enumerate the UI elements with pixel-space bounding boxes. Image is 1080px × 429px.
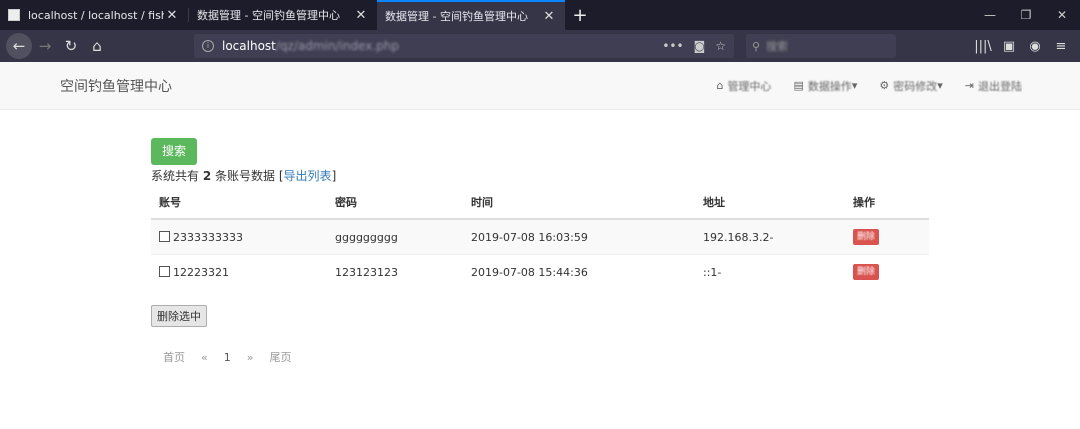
export-link[interactable]: 导出列表 xyxy=(284,169,332,183)
summary-suffix: 条账号数据 xyxy=(215,169,276,183)
cell-password: ggggggggg xyxy=(327,218,463,255)
table-row: 12223321 123123123 2019-07-08 15:44:36 :… xyxy=(151,254,929,289)
caret-down-icon: ▾ xyxy=(937,79,943,92)
nav-item-data-ops[interactable]: ▤ 数据操作 ▾ xyxy=(793,78,857,94)
record-summary: 系统共有 2 条账号数据 [导出列表] xyxy=(151,169,337,183)
bookmark-star-icon[interactable]: ☆ xyxy=(715,39,726,53)
col-account: 账号 xyxy=(151,188,327,220)
nav-label: 数据操作 xyxy=(807,79,852,93)
tab-close-icon[interactable]: ✕ xyxy=(353,8,369,23)
page-actions-icon[interactable]: ••• xyxy=(662,39,683,53)
sidebar-icon[interactable]: ▣ xyxy=(996,39,1022,54)
library-icon[interactable]: |||\ xyxy=(970,39,996,54)
menu-icon[interactable]: ≡ xyxy=(1048,39,1074,54)
browser-tab-3-active[interactable]: 数据管理 - 空间钓鱼管理中心 ✕ xyxy=(377,0,565,30)
tab-title: 数据管理 - 空间钓鱼管理中心 xyxy=(197,9,340,22)
accounts-table: 账号 密码 时间 地址 操作 2333333333 ggggggggg 2019… xyxy=(151,188,929,289)
list-icon: ▤ xyxy=(793,79,804,92)
gear-icon: ⚙ xyxy=(879,79,890,92)
nav-item-password[interactable]: ⚙ 密码修改 ▾ xyxy=(879,78,942,94)
logout-icon: ⇥ xyxy=(964,79,974,92)
maximize-icon[interactable]: ❐ xyxy=(1008,0,1044,30)
nav-label: 密码修改 xyxy=(893,79,938,93)
tab-close-icon[interactable]: ✕ xyxy=(541,9,557,24)
site-brand[interactable]: 空间钓鱼管理中心 xyxy=(60,76,172,96)
minimize-icon[interactable]: — xyxy=(972,0,1008,30)
record-count: 2 xyxy=(202,169,212,183)
forward-icon[interactable]: → xyxy=(32,33,58,59)
tab-close-icon[interactable]: ✕ xyxy=(164,8,180,23)
summary-prefix: 系统共有 xyxy=(151,169,200,183)
delete-button[interactable]: 删除 xyxy=(853,229,880,245)
nav-label: 管理中心 xyxy=(727,79,772,93)
search-icon: ⚲ xyxy=(752,39,761,53)
home-icon[interactable]: ⌂ xyxy=(84,33,110,59)
url-bar[interactable]: i localhost /qz/admin/index.php ••• ◙ ☆ xyxy=(194,34,734,58)
new-tab-button[interactable]: + xyxy=(565,0,595,30)
search-button[interactable]: 搜索 xyxy=(151,138,197,165)
cell-password: 123123123 xyxy=(327,254,463,289)
reload-icon[interactable]: ↻ xyxy=(58,33,84,59)
row-checkbox[interactable] xyxy=(159,230,170,242)
page-last[interactable]: 尾页 xyxy=(269,349,291,365)
close-window-icon[interactable]: ✕ xyxy=(1044,0,1080,30)
search-input[interactable]: ⚲ 搜索 xyxy=(746,34,896,58)
nav-item-logout[interactable]: ⇥ 退出登陆 xyxy=(965,78,1022,94)
nav-item-admin-center[interactable]: ⌂ 管理中心 xyxy=(716,78,771,94)
delete-button[interactable]: 删除 xyxy=(853,264,880,280)
page-first[interactable]: 首页 xyxy=(163,349,185,365)
cell-time: 2019-07-08 15:44:36 xyxy=(463,254,695,289)
page-prev[interactable]: « xyxy=(201,351,208,364)
browser-tab-1[interactable]: localhost / localhost / fish / ✕ xyxy=(0,0,188,30)
delete-selected-button[interactable]: 删除选中 xyxy=(151,305,207,327)
cell-account: 2333333333 xyxy=(151,218,327,255)
account-value: 2333333333 xyxy=(173,230,243,244)
url-host: localhost xyxy=(222,39,276,53)
cell-time: 2019-07-08 16:03:59 xyxy=(463,218,695,255)
site-info-icon[interactable]: i xyxy=(202,40,214,52)
browser-tab-2[interactable]: 数据管理 - 空间钓鱼管理中心 ✕ xyxy=(189,0,377,30)
col-password: 密码 xyxy=(327,188,463,220)
cell-action: 删除 xyxy=(845,254,929,289)
pagination: 首页 « 1 » 尾页 xyxy=(151,349,929,365)
col-action: 操作 xyxy=(845,188,929,220)
table-header-row: 账号 密码 时间 地址 操作 xyxy=(151,188,929,220)
nav-label: 退出登陆 xyxy=(978,79,1022,93)
pocket-icon[interactable]: ◙ xyxy=(694,39,706,53)
cell-address: 192.168.3.2- xyxy=(695,218,845,255)
tab-title: localhost / localhost / fish / xyxy=(28,8,164,22)
url-path: /qz/admin/index.php xyxy=(275,39,400,53)
table-row: 2333333333 ggggggggg 2019-07-08 16:03:59… xyxy=(151,218,929,255)
search-placeholder: 搜索 xyxy=(766,40,789,53)
browser-nav-bar: ← → ↻ ⌂ i localhost /qz/admin/index.php … xyxy=(0,30,1080,62)
cell-action: 删除 xyxy=(845,218,929,255)
row-checkbox[interactable] xyxy=(159,265,170,277)
window-controls: — ❐ ✕ xyxy=(972,0,1080,30)
col-address: 地址 xyxy=(695,188,845,220)
cell-account: 12223321 xyxy=(151,254,327,289)
main-content: 搜索 系统共有 2 条账号数据 [导出列表] 账号 密码 时间 地址 操作 23… xyxy=(151,138,929,365)
browser-tab-bar: localhost / localhost / fish / ✕ 数据管理 - … xyxy=(0,0,1080,30)
col-time: 时间 xyxy=(463,188,695,220)
page-next[interactable]: » xyxy=(247,351,254,364)
account-icon[interactable]: ◉ xyxy=(1022,39,1048,54)
site-nav: ⌂ 管理中心 ▤ 数据操作 ▾ ⚙ 密码修改 ▾ ⇥ 退出登陆 xyxy=(694,78,1022,94)
page-favicon-icon xyxy=(8,9,20,21)
home-icon: ⌂ xyxy=(716,79,724,92)
caret-down-icon: ▾ xyxy=(851,79,858,92)
tab-title: 数据管理 - 空间钓鱼管理中心 xyxy=(385,10,528,23)
cell-address: ::1- xyxy=(695,254,845,289)
site-header: 空间钓鱼管理中心 ⌂ 管理中心 ▤ 数据操作 ▾ ⚙ 密码修改 ▾ ⇥ 退出登陆 xyxy=(0,62,1080,110)
back-icon[interactable]: ← xyxy=(6,33,32,59)
page-current[interactable]: 1 xyxy=(224,351,231,364)
account-value: 12223321 xyxy=(173,265,229,279)
